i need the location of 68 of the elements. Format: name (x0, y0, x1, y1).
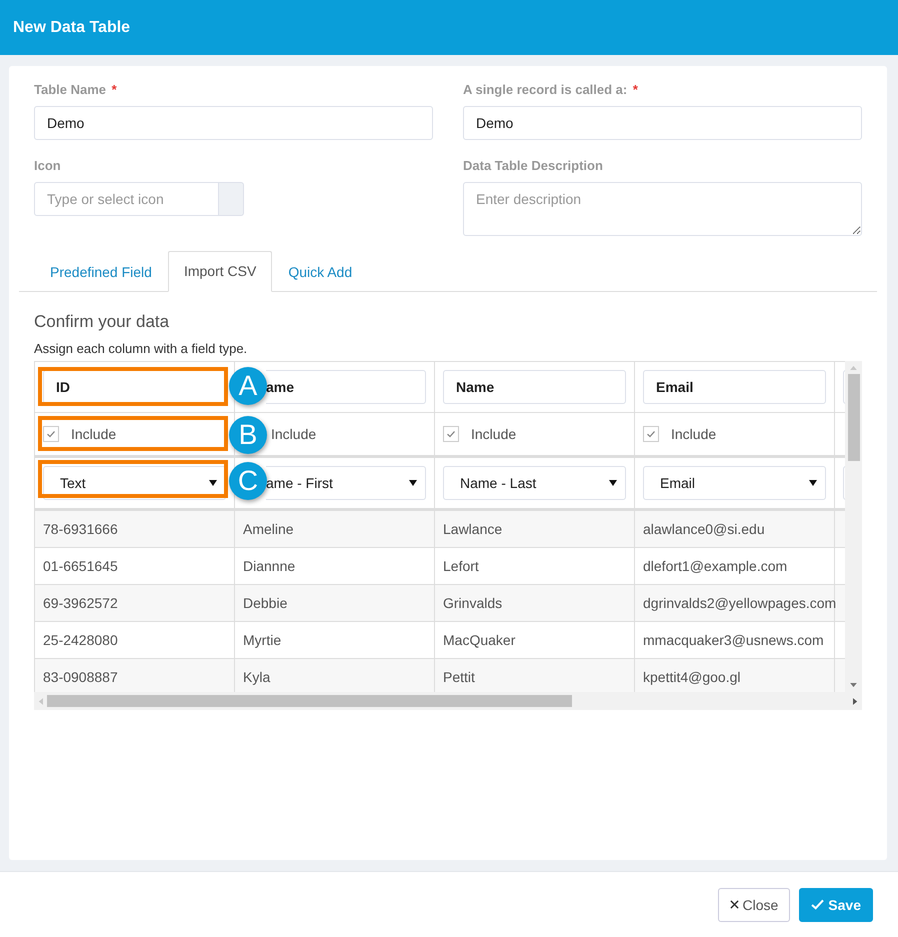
section-hint: Assign each column with a field type. (34, 341, 248, 356)
check-icon (446, 429, 456, 439)
check-icon (46, 429, 56, 439)
up-arrow-icon[interactable] (850, 365, 857, 370)
caret-icon (409, 480, 417, 486)
input-field[interactable]: Demo (463, 106, 862, 140)
table-cell: Diannne (235, 548, 435, 584)
column-name-field[interactable]: Name (443, 370, 626, 404)
checkbox[interactable] (43, 426, 59, 442)
caret-icon (609, 480, 617, 486)
table-cell: dlefort1@example.com (635, 548, 835, 584)
table-cell: 25-2428080 (35, 622, 235, 658)
table-cell: Myrtie (235, 622, 435, 658)
table-cell: Lefort (435, 548, 635, 584)
table-cell: Ameline (235, 511, 435, 547)
checkbox-label: Include (271, 426, 316, 442)
field-label: A single record is called a: (463, 82, 628, 97)
caret-icon (809, 480, 817, 486)
field-label: Table Name (34, 82, 106, 97)
checkbox-label: Include (671, 426, 716, 442)
callout-badge: C (229, 462, 267, 500)
tab[interactable]: Quick Add (272, 251, 368, 292)
icon-picker-button[interactable] (219, 182, 244, 216)
column-name-field[interactable]: ame (266, 370, 426, 404)
section-title: Confirm your data (34, 312, 170, 332)
table-cell: alawlance0@si.edu (635, 511, 835, 547)
input-field[interactable]: Demo (34, 106, 433, 140)
check-icon (646, 429, 656, 439)
table-cell: dgrinvalds2@yellowpages.com (635, 585, 835, 621)
table-cell: 01-6651645 (35, 548, 235, 584)
table-cell: Lawlance (435, 511, 635, 547)
field-label: Data Table Description (463, 158, 603, 173)
right-arrow-icon[interactable] (853, 698, 858, 704)
table-cell: Grinvalds (435, 585, 635, 621)
field-type-select[interactable]: Name - Last (443, 466, 626, 500)
checkbox[interactable] (643, 426, 659, 442)
horizontal-scrollbar[interactable] (34, 692, 862, 710)
scrollbar-thumb[interactable] (47, 695, 572, 707)
input-field[interactable]: Type or select icon (34, 182, 219, 216)
down-arrow-icon[interactable] (850, 683, 857, 688)
table-cell: MacQuaker (435, 622, 635, 658)
field-type-select[interactable]: Email (643, 466, 826, 500)
required-mark: * (632, 82, 638, 97)
required-mark: * (112, 82, 117, 97)
description-field[interactable]: Enter description (463, 182, 862, 236)
checkbox-label: Include (71, 426, 116, 442)
table-cell: Debbie (235, 585, 435, 621)
close-button[interactable]: Close (718, 888, 790, 922)
left-arrow-icon[interactable] (38, 698, 43, 704)
callout-badge: A (229, 367, 267, 405)
field-type-select[interactable]: Text (43, 466, 226, 500)
column-name-field[interactable]: Email (643, 370, 826, 404)
field-label: Icon (34, 158, 61, 173)
scrollbar-thumb[interactable] (848, 374, 860, 461)
check-icon (811, 899, 824, 910)
caret-icon (209, 480, 217, 486)
table-cell: mmacquaker3@usnews.com (635, 622, 835, 658)
window-title: New Data Table (13, 18, 130, 36)
callout-badge: B (229, 416, 267, 454)
tab[interactable]: Predefined Field (34, 251, 168, 292)
table-cell: 78-6931666 (35, 511, 235, 547)
table-cell: 69-3962572 (35, 585, 235, 621)
checkbox[interactable] (443, 426, 459, 442)
vertical-scrollbar[interactable] (845, 361, 862, 692)
tab[interactable]: Import CSV (168, 251, 272, 292)
close-icon (730, 900, 738, 909)
checkbox-label: Include (471, 426, 516, 442)
field-type-select[interactable]: ame - First (266, 466, 426, 500)
